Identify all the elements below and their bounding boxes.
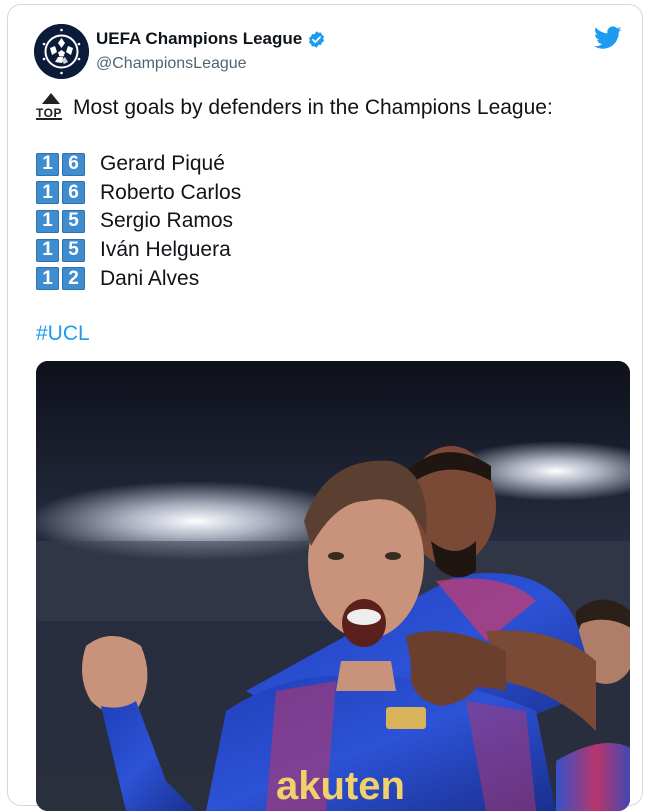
list-item: 1 5 Iván Helguera <box>36 236 241 265</box>
list-item: 1 6 Gerard Piqué <box>36 150 241 179</box>
account-name-row[interactable]: UEFA Champions League <box>96 29 326 49</box>
tweet-photo[interactable]: akuten <box>36 361 630 811</box>
player-name: Gerard Piqué <box>100 152 225 176</box>
account-name[interactable]: UEFA Champions League <box>96 29 302 49</box>
keycap-digit: 1 <box>36 181 59 205</box>
player-name: Roberto Carlos <box>100 180 242 204</box>
account-handle[interactable]: @ChampionsLeague <box>96 55 247 73</box>
keycap-digit: 2 <box>62 267 85 291</box>
tweet-card[interactable]: UEFA Champions League @ChampionsLeague T… <box>7 4 643 811</box>
keycap-digit: 6 <box>62 152 85 176</box>
player-name: Dani Alves <box>100 266 200 290</box>
list-item: 1 6 Roberto Carlos <box>36 179 241 208</box>
keycap-digit: 5 <box>62 238 85 262</box>
twitter-bird-icon[interactable] <box>594 26 622 50</box>
celebration-photo: akuten <box>36 361 630 811</box>
list-item: 1 2 Dani Alves <box>36 264 241 293</box>
list-item: 1 5 Sergio Ramos <box>36 207 241 236</box>
verified-badge-icon <box>309 30 325 48</box>
keycap-digit: 6 <box>62 181 85 205</box>
keycap-digit: 1 <box>36 238 59 262</box>
player-name: Sergio Ramos <box>100 209 234 233</box>
hashtag-link[interactable]: #UCL <box>36 322 90 346</box>
keycap-digit: 1 <box>36 267 59 291</box>
tweet-headline: TOP Most goals by defenders in the Champ… <box>36 93 553 123</box>
account-avatar[interactable] <box>34 24 89 79</box>
keycap-digit: 1 <box>36 152 59 176</box>
keycap-digit: 5 <box>62 209 85 233</box>
top-arrow-icon: TOP <box>36 93 65 123</box>
headline-text: Most goals by defenders in the Champions… <box>73 96 553 119</box>
player-name: Iván Helguera <box>100 238 231 262</box>
keycap-digit: 1 <box>36 209 59 233</box>
shirt-sponsor: akuten <box>276 764 405 808</box>
defenders-list: 1 6 Gerard Piqué 1 6 Roberto Carlos 1 5 … <box>36 150 241 293</box>
champions-league-logo <box>34 24 89 79</box>
